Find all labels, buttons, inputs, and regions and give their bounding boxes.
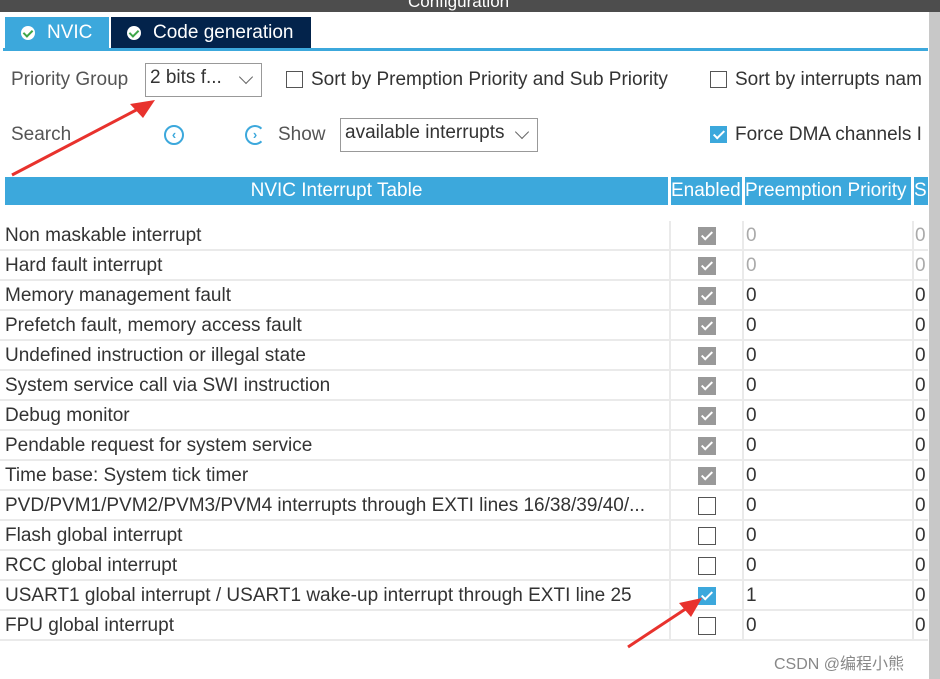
annotation-arrow (627, 604, 691, 649)
arrow-head (130, 100, 155, 118)
arrow-head (679, 598, 702, 617)
annotation-arrows (11, 100, 702, 649)
annotation-arrow (11, 106, 141, 177)
